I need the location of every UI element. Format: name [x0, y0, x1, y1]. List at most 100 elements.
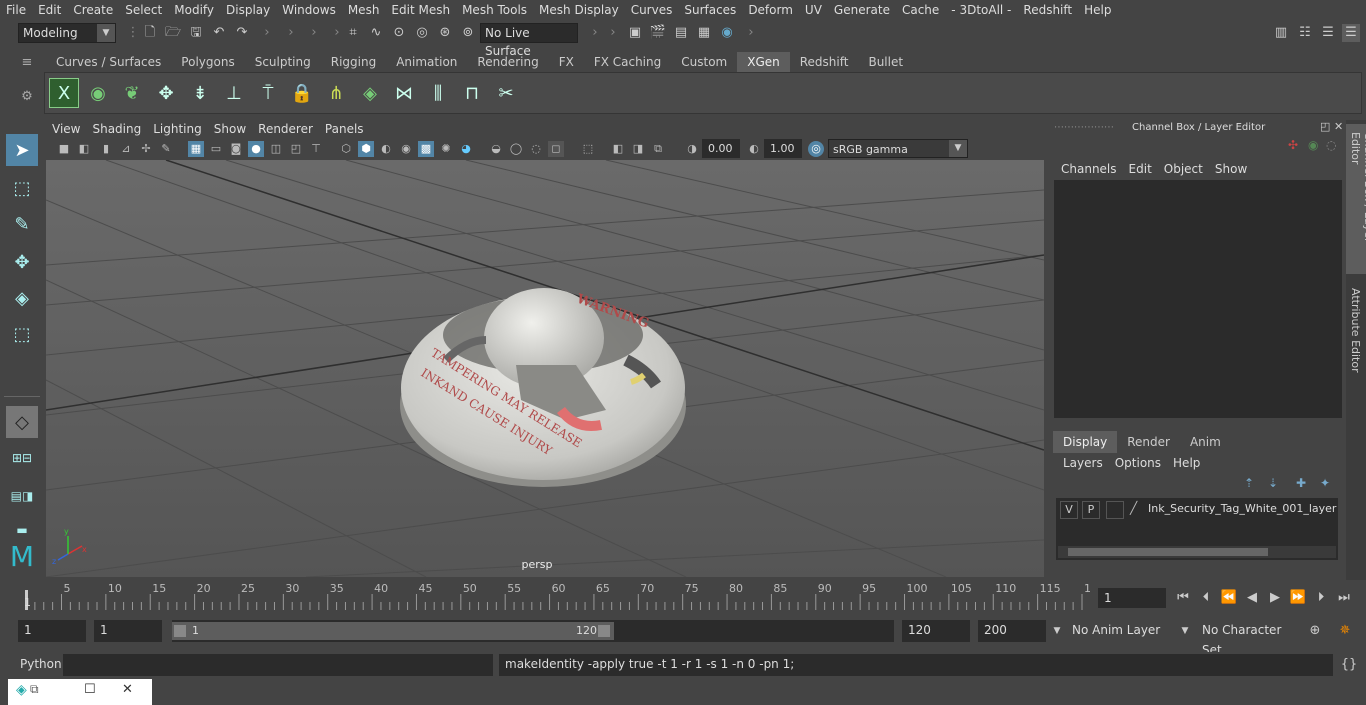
range-slider-handle[interactable] — [172, 622, 614, 640]
channel-menu-channels[interactable]: Channels — [1055, 160, 1123, 178]
chevron-down-icon[interactable]: ▼ — [1048, 622, 1066, 640]
layer-name[interactable]: Ink_Security_Tag_White_001_layer — [1148, 502, 1336, 515]
shelf-tab[interactable]: Custom — [671, 52, 737, 72]
layer-menu-options[interactable]: Options — [1109, 454, 1167, 472]
move-layer-up-icon[interactable]: ⇡ — [1244, 476, 1254, 490]
play-forwards-icon[interactable]: ▶ — [1266, 589, 1284, 607]
layer-row[interactable]: V P ╱ Ink_Security_Tag_White_001_layer — [1060, 501, 1336, 519]
shelf-tab[interactable]: FX Caching — [584, 52, 671, 72]
shelf-tab[interactable]: Rigging — [321, 52, 386, 72]
manipulator-icon[interactable]: ✣ — [1288, 138, 1298, 152]
drag-handle-icon[interactable]: ⋯⋯⋯⋯⋯⋯ — [1054, 122, 1114, 133]
hide-icon[interactable]: ◌ — [1326, 138, 1336, 152]
xgen-layers-icon[interactable]: ◈ — [355, 78, 385, 108]
menu-edit-mesh[interactable]: Edit Mesh — [385, 0, 456, 20]
shelf-tab[interactable]: Polygons — [171, 52, 244, 72]
menu-deform[interactable]: Deform — [742, 0, 799, 20]
maximize-icon[interactable]: ☐ — [84, 682, 96, 697]
xgen-width-icon[interactable]: ⊓ — [457, 78, 487, 108]
xgen-grab-icon[interactable]: ✥ — [151, 78, 181, 108]
layer-scrollbar[interactable] — [1058, 546, 1336, 558]
shelf-tab[interactable]: Rendering — [467, 52, 548, 72]
field-chart-icon[interactable]: ◫ — [268, 141, 284, 157]
camera-attr-icon[interactable]: ◧ — [76, 141, 92, 157]
move-tool-icon[interactable]: ✥ — [6, 246, 38, 278]
panel-menu-show[interactable]: Show — [208, 120, 252, 138]
anim-layer-selector[interactable]: No Anim Layer — [1066, 620, 1168, 642]
minimized-window-bar[interactable]: ◈ ⧉ ☐ ✕ — [8, 679, 152, 705]
two-d-pan-icon[interactable]: ✢ — [138, 141, 154, 157]
character-set-selector[interactable]: No Character Set — [1196, 620, 1300, 657]
exposure-field[interactable]: 0.00 — [702, 139, 740, 158]
chevron-right-icon[interactable]: › — [742, 24, 760, 42]
chevron-right-icon[interactable]: › — [604, 24, 622, 42]
grease-pencil-icon[interactable]: ✎ — [158, 141, 174, 157]
chevron-right-icon[interactable]: › — [282, 24, 300, 42]
safe-action-icon[interactable]: ◰ — [288, 141, 304, 157]
panel-menu-panels[interactable]: Panels — [319, 120, 370, 138]
channel-menu-object[interactable]: Object — [1158, 160, 1209, 178]
render-view-icon[interactable]: ▣ — [626, 24, 644, 42]
toggle-channel-box-icon[interactable]: ☰ — [1342, 24, 1360, 42]
exposure-icon[interactable]: ◑ — [684, 141, 700, 157]
new-layer-icon[interactable]: ✚ — [1296, 476, 1306, 490]
layer-menu-layers[interactable]: Layers — [1057, 454, 1109, 472]
wireframe-icon[interactable]: ⬡ — [338, 141, 354, 157]
xgen-add-guide-icon[interactable]: ⊥ — [219, 78, 249, 108]
animation-start-field[interactable]: 1 — [18, 620, 86, 642]
paint-select-icon[interactable]: ✎ — [6, 208, 38, 240]
shelf-tab-xgen[interactable]: XGen — [737, 52, 790, 72]
menu-mesh[interactable]: Mesh — [342, 0, 386, 20]
shelf-tab[interactable]: Redshift — [790, 52, 859, 72]
shelf-tab[interactable]: FX — [549, 52, 584, 72]
layer-menu-help[interactable]: Help — [1167, 454, 1206, 472]
channel-box-area[interactable] — [1054, 180, 1342, 418]
menu-display[interactable]: Display — [220, 0, 276, 20]
undo-icon[interactable]: ↶ — [210, 24, 228, 42]
new-layer-selected-icon[interactable]: ✦ — [1320, 476, 1330, 490]
anti-alias-icon[interactable]: ◯ — [508, 141, 524, 157]
render-settings-icon[interactable]: ▦ — [695, 24, 713, 42]
play-backwards-icon[interactable]: ◀ — [1243, 589, 1261, 607]
snap-point-icon[interactable]: ⊙ — [390, 24, 408, 42]
xgen-lock-icon[interactable]: 🔒 — [287, 78, 317, 108]
layer-display-type-toggle[interactable] — [1106, 501, 1124, 519]
playback-end-field[interactable]: 120 — [902, 620, 970, 642]
backface-icon[interactable]: ⧉ — [650, 141, 666, 157]
command-input[interactable] — [63, 654, 493, 676]
step-back-key-icon[interactable]: ⏪ — [1220, 589, 1238, 607]
menu-generate[interactable]: Generate — [828, 0, 896, 20]
rotate-tool-icon[interactable]: ◈ — [6, 282, 38, 314]
menu-cache[interactable]: Cache — [896, 0, 945, 20]
float-panel-icon[interactable]: ◰ — [1320, 120, 1330, 133]
hypershade-icon[interactable]: ◉ — [718, 24, 736, 42]
xgen-grass-icon[interactable]: ⋔ — [321, 78, 351, 108]
auto-key-icon[interactable]: ⊕ — [1306, 622, 1324, 640]
motion-blur-icon[interactable]: ◒ — [488, 141, 504, 157]
range-handle-left[interactable] — [174, 625, 186, 637]
color-management-icon[interactable]: ◎ — [808, 141, 824, 157]
redo-icon[interactable]: ↷ — [233, 24, 251, 42]
snap-curve-icon[interactable]: ∿ — [367, 24, 385, 42]
scrollbar-thumb[interactable] — [1068, 548, 1268, 556]
panel-menu-shading[interactable]: Shading — [86, 120, 147, 138]
grid-icon[interactable]: ▦ — [188, 141, 204, 157]
xgen-editor-icon[interactable]: X — [49, 78, 79, 108]
select-tool-icon[interactable]: ➤ — [6, 134, 38, 166]
perspective-viewport[interactable]: WARNING TAMPERING MAY RELEASE INKAND CAU… — [46, 160, 1044, 577]
animation-end-field[interactable]: 200 — [978, 620, 1046, 642]
menu-create[interactable]: Create — [67, 0, 119, 20]
shadows-icon[interactable]: ✺ — [438, 141, 454, 157]
layer-color-icon[interactable]: ╱ — [1130, 501, 1137, 515]
menu-3dtoall[interactable]: - 3DtoAll - — [945, 0, 1017, 20]
film-gate-icon[interactable]: ▭ — [208, 141, 224, 157]
bookmark-icon[interactable]: ▮ — [98, 141, 114, 157]
restore-icon[interactable]: ⧉ — [30, 682, 39, 697]
channel-menu-edit[interactable]: Edit — [1123, 160, 1158, 178]
step-forward-icon[interactable]: ⏵ — [1312, 589, 1330, 607]
xray-icon[interactable]: ◻ — [548, 141, 564, 157]
ambient-occlusion-icon[interactable]: ◕ — [458, 141, 474, 157]
use-lights-icon[interactable]: ▩ — [418, 141, 434, 157]
camera-select-icon[interactable]: ■ — [56, 141, 72, 157]
menu-surfaces[interactable]: Surfaces — [678, 0, 742, 20]
